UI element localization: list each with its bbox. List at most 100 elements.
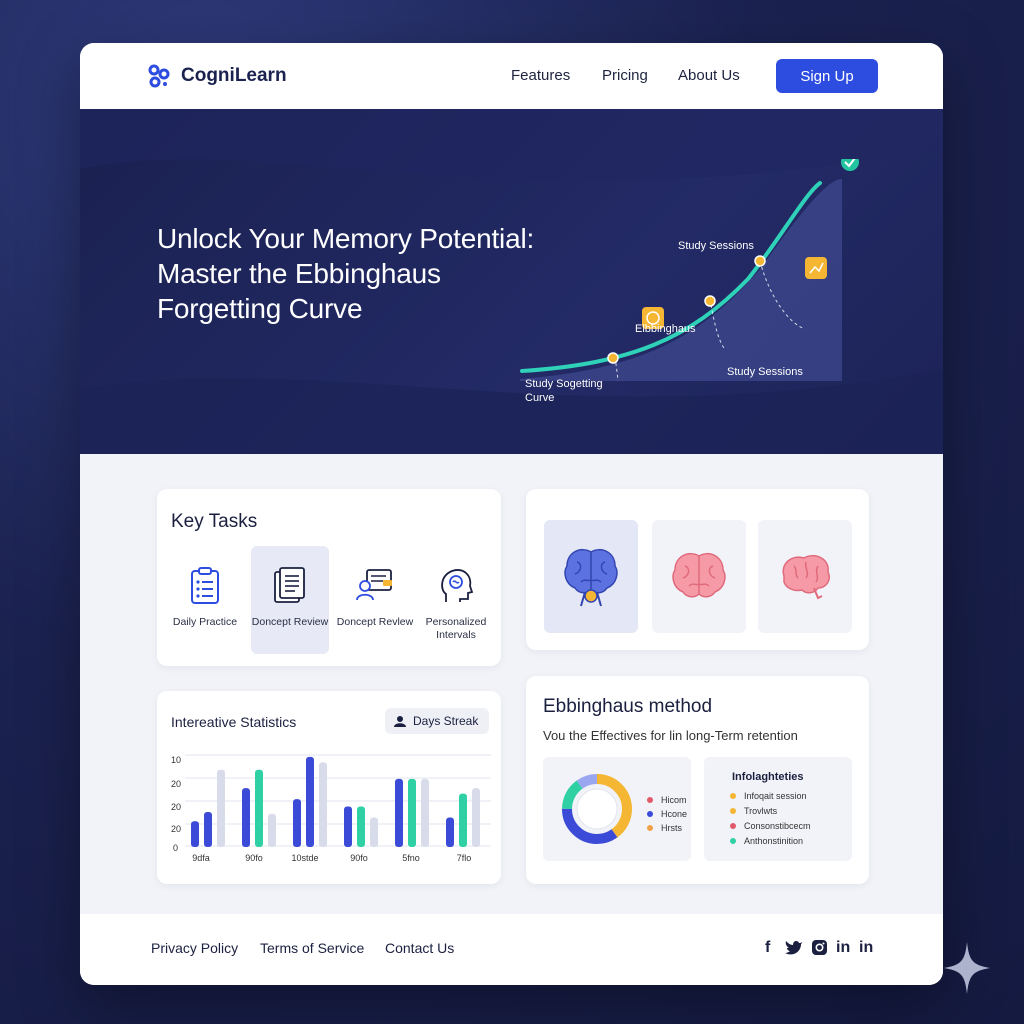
curve-label-bottom-line2: Curve (525, 392, 555, 404)
page-frame: CogniLearn Features Pricing About Us Sig… (80, 43, 943, 985)
twitter-icon[interactable] (785, 940, 803, 960)
curve-area (520, 179, 842, 381)
bar (395, 778, 403, 847)
task-daily-practice[interactable]: Daily Practice (166, 546, 244, 654)
nav-features[interactable]: Features (511, 67, 570, 84)
person-review-icon (356, 569, 392, 601)
donut-box: Hicom Hcone Hrsts (543, 757, 691, 861)
contact-us-link[interactable]: Contact Us (385, 940, 454, 956)
task-concept-review-2[interactable]: Doncept Revlew (336, 546, 414, 654)
insight-dot (730, 838, 736, 844)
task-label: Doncept Revlew (336, 616, 414, 628)
curve-point (754, 255, 766, 267)
brain-head-icon (441, 569, 474, 602)
document-stack-icon (274, 567, 305, 603)
terms-of-service-link[interactable]: Terms of Service (260, 940, 364, 956)
x-tick: 5fno (402, 853, 420, 863)
insight-item: Trovlwts (730, 804, 811, 818)
legend-item: Hicom (647, 793, 687, 807)
x-tick: 90fo (245, 853, 263, 863)
linkedin-icon[interactable]: in (836, 939, 850, 957)
brain-medal-icon (564, 548, 618, 606)
curve-label-top: Study Sessions (678, 240, 754, 252)
nav-pricing[interactable]: Pricing (602, 67, 648, 84)
method-subtitle: Vou the Effectives for lin long-Term ret… (543, 728, 798, 743)
method-panel: Ebbinghaus method Vou the Effectives for… (526, 676, 869, 884)
forgetting-curve-graphic (520, 159, 859, 382)
y-tick: 20 (171, 802, 182, 812)
legend-label: Hcone (661, 809, 688, 819)
curve-point (607, 352, 619, 364)
brain-icon (672, 552, 726, 597)
key-tasks-panel: Key Tasks Daily Practice Doncept Review (157, 489, 501, 666)
brand[interactable]: CogniLearn (145, 62, 287, 90)
brain-tile[interactable] (758, 520, 852, 633)
task-label: Daily Practice (172, 616, 238, 628)
legend-item: Hcone (647, 807, 687, 821)
donut-center (576, 788, 618, 830)
legend-dot (647, 825, 653, 831)
statistics-bar-chart (185, 754, 491, 847)
statistics-panel: Intereative Statistics Days Streak 10 20… (157, 691, 501, 884)
bar (472, 788, 480, 847)
curve-point (704, 295, 716, 307)
days-streak-label: Days Streak (413, 714, 479, 728)
bar (217, 769, 225, 847)
insight-item: Anthonstinition (730, 834, 811, 848)
task-concept-review[interactable]: Doncept Review (251, 546, 329, 654)
privacy-policy-link[interactable]: Privacy Policy (151, 940, 238, 956)
instagram-icon[interactable] (812, 940, 827, 960)
insight-label: Anthonstinition (744, 836, 804, 846)
x-tick: 7flo (456, 853, 472, 863)
curve-label-middle: Elbbinghaus (635, 323, 696, 335)
user-icon (394, 716, 406, 727)
brand-name: CogniLearn (181, 65, 287, 86)
insights-box: Infolaghteties Infoqait session Trovlwts… (704, 757, 852, 861)
insights-list: Infoqait session Trovlwts Consonstibcecm… (730, 789, 811, 848)
legend-item: Hrsts (647, 821, 687, 835)
brain-tile[interactable] (544, 520, 638, 633)
insight-dot (730, 808, 736, 814)
y-tick: 10 (171, 755, 182, 765)
brain-tiles-panel (526, 489, 869, 650)
bar (408, 778, 416, 847)
bar (191, 821, 199, 847)
brain-tile[interactable] (652, 520, 746, 633)
donut-legend: Hicom Hcone Hrsts (647, 793, 687, 835)
nav-about-us[interactable]: About Us (678, 67, 740, 84)
bar (421, 778, 429, 847)
key-tasks-title: Key Tasks (171, 511, 258, 532)
bar (357, 806, 365, 847)
brain-icon (782, 554, 830, 599)
top-navigation: CogniLearn Features Pricing About Us Sig… (80, 43, 943, 109)
sparkle-icon (944, 942, 990, 994)
insights-title: Infolaghteties (732, 771, 804, 783)
clipboard-icon (191, 567, 219, 604)
task-label: Personalized Intervals (425, 616, 487, 641)
retention-donut-chart (562, 774, 632, 844)
y-tick: 20 (171, 779, 182, 789)
task-personalized-intervals[interactable]: Personalized Intervals (417, 546, 495, 654)
bar (268, 813, 276, 847)
curve-label-bottom: Study Sogetting Curve (525, 377, 603, 405)
task-label: Doncept Review (251, 616, 329, 628)
sign-up-button[interactable]: Sign Up (776, 59, 878, 93)
bar (446, 817, 454, 847)
days-streak-button[interactable]: Days Streak (385, 708, 489, 734)
insight-label: Infoqait session (744, 791, 807, 801)
legend-label: Hrsts (661, 823, 682, 833)
insight-dot (730, 793, 736, 799)
legend-dot (647, 797, 653, 803)
insight-label: Consonstibcecm (744, 821, 811, 831)
legend-dot (647, 811, 653, 817)
facebook-icon[interactable]: f (765, 939, 770, 957)
bar (319, 762, 327, 847)
bar (204, 812, 212, 847)
bar (293, 799, 301, 847)
bar (459, 793, 467, 847)
insight-item: Consonstibcecm (730, 819, 811, 833)
linkedin-icon[interactable]: in (859, 939, 873, 957)
insight-item: Infoqait session (730, 789, 811, 803)
insight-dot (730, 823, 736, 829)
method-title: Ebbinghaus method (543, 696, 713, 717)
